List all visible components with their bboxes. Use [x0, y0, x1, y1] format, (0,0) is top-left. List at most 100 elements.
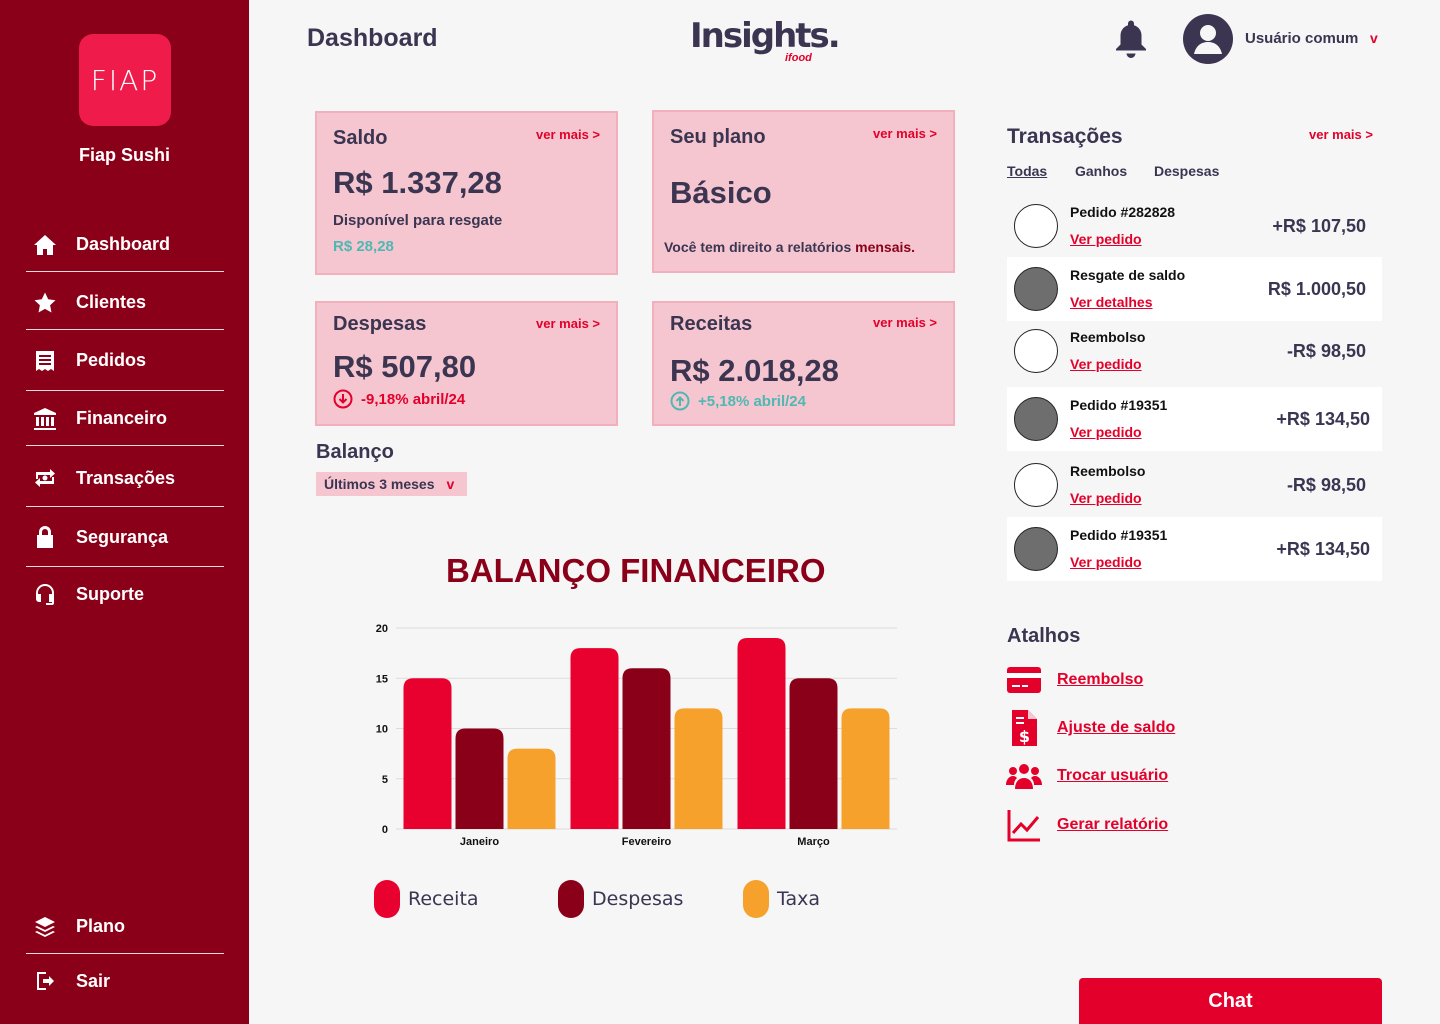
- shortcut-reembolso[interactable]: Reembolso: [1005, 661, 1143, 699]
- avatar[interactable]: [1183, 14, 1233, 64]
- y-tick-label: 20: [376, 623, 388, 635]
- shortcut-label: Gerar relatório: [1057, 816, 1169, 833]
- card-title: Despesas: [333, 313, 427, 335]
- transaction-avatar: [1014, 397, 1058, 441]
- despesas-trend: -9,18% abril/24: [333, 389, 465, 409]
- bar-chart: 0 5 10 15 20 Janeiro Fevereiro Março: [376, 623, 897, 848]
- legend-swatch: [743, 880, 769, 918]
- user-name[interactable]: Usuário comum: [1245, 30, 1358, 47]
- sidebar-item-sair[interactable]: Sair: [26, 954, 224, 1008]
- shortcut-label: Reembolso: [1057, 671, 1144, 688]
- sidebar-item-transacoes[interactable]: Transações: [26, 450, 224, 507]
- transaction-avatar: [1014, 329, 1058, 373]
- ver-mais-link[interactable]: ver mais >: [536, 127, 600, 142]
- svg-text:$: $: [1019, 727, 1030, 746]
- sidebar-item-plano[interactable]: Plano: [26, 900, 224, 954]
- transaction-link[interactable]: Ver pedido: [1070, 356, 1142, 372]
- transactions-ver-mais-link[interactable]: ver mais >: [1309, 127, 1373, 142]
- transaction-avatar: [1014, 267, 1058, 311]
- notification-bell-icon[interactable]: [1113, 20, 1149, 60]
- logo-text: FIAP: [90, 63, 160, 97]
- money-exchange-icon: [26, 466, 64, 490]
- plano-note: Você tem direito a relatórios mensais.: [664, 239, 915, 255]
- sidebar-item-label: Financeiro: [76, 408, 168, 428]
- ver-mais-link[interactable]: ver mais >: [873, 126, 937, 141]
- plano-note-text: Você tem direito a relatórios: [664, 239, 856, 255]
- sidebar-item-seguranca[interactable]: Segurança: [26, 508, 224, 567]
- transaction-avatar: [1014, 527, 1058, 571]
- transaction-amount: -R$ 98,50: [1286, 341, 1366, 361]
- transaction-avatar: [1014, 463, 1058, 507]
- sidebar-item-pedidos[interactable]: Pedidos: [26, 331, 224, 391]
- transaction-link[interactable]: Ver pedido: [1070, 554, 1142, 570]
- x-tick-label: Janeiro: [460, 836, 499, 848]
- card-title: Seu plano: [670, 126, 766, 148]
- sidebar-item-label: Transações: [76, 467, 176, 488]
- transaction-link[interactable]: Ver pedido: [1070, 424, 1142, 440]
- saldo-card: Saldo ver mais > R$ 1.337,28 Disponível …: [315, 111, 618, 275]
- transaction-link[interactable]: Ver pedido: [1070, 231, 1142, 247]
- tab-despesas[interactable]: Despesas: [1154, 163, 1219, 179]
- transaction-row: Pedido #19351 Ver pedido +R$ 134,50: [1007, 387, 1382, 451]
- period-select[interactable]: Últimos 3 meses v: [316, 472, 467, 496]
- transaction-name: Pedido #282828: [1070, 204, 1176, 220]
- logout-icon: [26, 969, 64, 993]
- chat-button[interactable]: Chat: [1079, 978, 1382, 1024]
- sidebar-item-label: Pedidos: [76, 350, 147, 370]
- saldo-value: R$ 1.337,28: [333, 165, 502, 200]
- insights-logo-text: Insights.: [690, 16, 841, 56]
- shortcut-ajuste-de-saldo[interactable]: $ Ajuste de saldo: [1005, 709, 1175, 747]
- transaction-amount: R$ 1.000,50: [1267, 279, 1366, 299]
- shortcut-label: Ajuste de saldo: [1057, 719, 1176, 736]
- sidebar-item-financeiro[interactable]: Financeiro: [26, 392, 224, 446]
- y-tick-label: 0: [382, 824, 388, 836]
- bar-taxa: [674, 708, 723, 829]
- chevron-down-icon: v: [446, 476, 455, 492]
- sidebar-item-clientes[interactable]: Clientes: [26, 276, 224, 330]
- transaction-link[interactable]: Ver pedido: [1070, 490, 1142, 506]
- sidebar-item-label: Suporte: [76, 583, 145, 604]
- sidebar-item-label: Plano: [76, 916, 126, 936]
- balanco-title: Balanço: [316, 441, 394, 463]
- ver-mais-link[interactable]: ver mais >: [536, 316, 600, 331]
- card-title: Receitas: [670, 313, 753, 335]
- sidebar-item-suporte[interactable]: Suporte: [26, 567, 224, 621]
- transaction-row: Pedido #282828 Ver pedido +R$ 107,50: [1007, 194, 1382, 258]
- legend-item-receita: Receita: [374, 880, 479, 918]
- legend-label: Despesas: [592, 888, 684, 910]
- sidebar-item-label: Segurança: [76, 526, 169, 547]
- saldo-available-value: R$ 28,28: [333, 238, 394, 255]
- bank-icon: [26, 407, 64, 431]
- sidebar-item-dashboard[interactable]: Dashboard: [26, 218, 224, 272]
- shortcuts-title: Atalhos: [1007, 625, 1081, 647]
- despesas-value: R$ 507,80: [333, 349, 477, 384]
- legend-item-taxa: Taxa: [743, 880, 820, 918]
- bar-taxa: [841, 708, 890, 829]
- transaction-row: Reembolso Ver pedido -R$ 98,50: [1007, 453, 1382, 517]
- ver-mais-link[interactable]: ver mais >: [873, 315, 937, 330]
- transaction-amount: -R$ 98,50: [1286, 475, 1366, 495]
- legend-swatch: [558, 880, 584, 918]
- legend-label: Receita: [408, 888, 479, 910]
- arrow-down-circle-icon: [333, 389, 353, 409]
- insights-logo: Insights. ifood: [690, 16, 841, 72]
- transaction-avatar: [1014, 204, 1058, 248]
- legend-item-despesas: Despesas: [558, 880, 683, 918]
- despesas-trend-text: -9,18% abril/24: [361, 390, 466, 408]
- sidebar-item-label: Clientes: [76, 292, 147, 312]
- tab-todas[interactable]: Todas: [1007, 163, 1047, 179]
- line-chart-icon: [1007, 810, 1040, 842]
- shortcut-gerar-relatorio[interactable]: Gerar relatório: [1005, 806, 1168, 844]
- credit-card-icon: [1007, 667, 1041, 693]
- transaction-amount: +R$ 134,50: [1276, 409, 1370, 429]
- arrow-up-circle-icon: [670, 391, 690, 411]
- shortcut-trocar-usuario[interactable]: Trocar usuário: [1005, 757, 1168, 795]
- transaction-link[interactable]: Ver detalhes: [1070, 294, 1153, 310]
- brand-name: Fiap Sushi: [78, 145, 170, 165]
- user-menu-chevron-icon[interactable]: v: [1370, 30, 1378, 46]
- transaction-name: Resgate de saldo: [1070, 267, 1186, 283]
- tab-ganhos[interactable]: Ganhos: [1075, 163, 1127, 179]
- sidebar-item-label: Sair: [76, 970, 111, 991]
- card-title: Saldo: [333, 127, 388, 149]
- sidebar: FIAP Fiap Sushi Dashboard Clientes Pedid…: [0, 0, 249, 1024]
